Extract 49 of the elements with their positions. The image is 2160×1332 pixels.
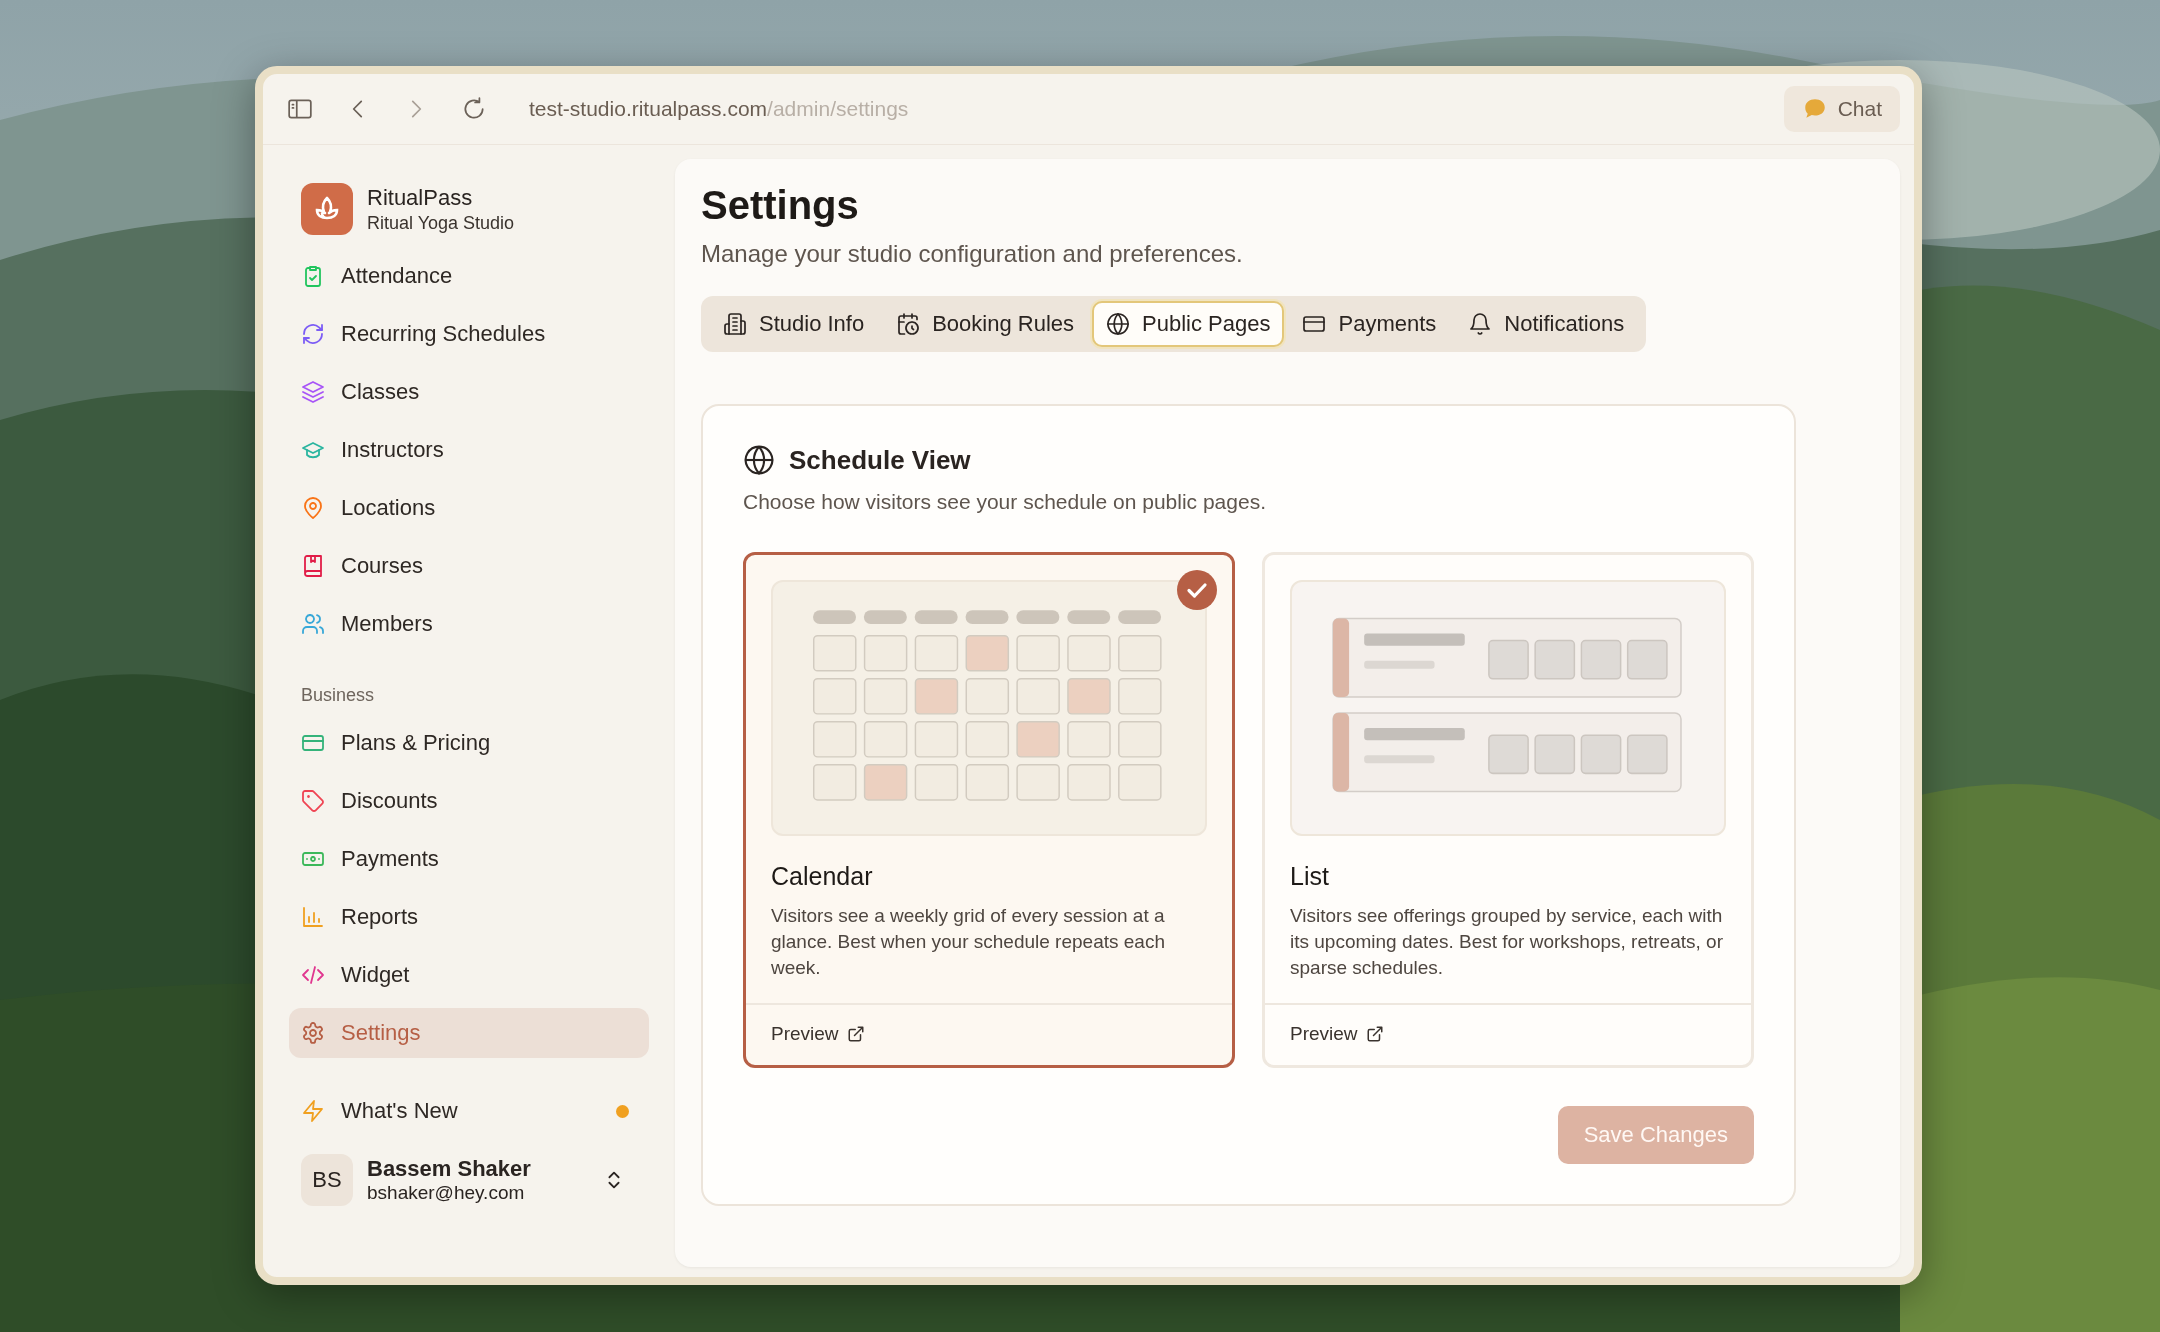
external-link-icon	[1365, 1025, 1384, 1043]
option-title: List	[1290, 862, 1330, 891]
building-icon	[723, 312, 747, 336]
whats-new-link[interactable]: What's New	[289, 1086, 649, 1136]
section-label: Business	[300, 685, 376, 706]
nav-item[interactable]: Recurring Schedules	[289, 309, 649, 359]
section-description: Choose how visitors see your schedule on public pages.	[743, 490, 1267, 514]
tab[interactable]: Booking Rules	[882, 301, 1089, 347]
bell-icon	[1468, 312, 1493, 336]
option-description: Visitors see a weekly grid of every session at a glance. Best when your schedule repeats each week.	[771, 904, 1166, 980]
view-option-card[interactable]: List Visitors see offerings grouped by service, each with its upcoming dates. Best for workshops, retreats, or sparse schedules. Preview	[1262, 552, 1754, 1068]
calendar-clock-icon	[896, 312, 921, 336]
nav-item[interactable]: Instructors	[289, 425, 649, 475]
preview-link[interactable]: Preview	[1290, 1023, 1384, 1045]
nav-item[interactable]: Discounts	[289, 776, 649, 826]
tab[interactable]: Notifications	[1454, 301, 1639, 347]
chat-button[interactable]: Chat	[1783, 86, 1900, 132]
user-email: bshaker@hey.com	[367, 1182, 526, 1204]
view-option-card[interactable]: Calendar Visitors see a weekly grid of every session at a glance. Best when your schedule repeats each week. Preview	[743, 552, 1235, 1068]
nav-item[interactable]: Courses	[289, 541, 649, 591]
user-name: Bassem Shaker	[367, 1156, 531, 1182]
check-badge-icon	[1177, 570, 1217, 610]
nav-item[interactable]: Attendance	[289, 251, 649, 301]
tab[interactable]: Public Pages	[1092, 301, 1285, 347]
address-bar[interactable]: test-studio.ritualpass.com/admin/settings	[529, 97, 909, 121]
nav-item[interactable]: Payments	[289, 834, 649, 884]
external-link-icon	[846, 1025, 865, 1043]
user-avatar: BS	[301, 1154, 353, 1206]
preview-link[interactable]: Preview	[771, 1023, 865, 1045]
option-description: Visitors see offerings grouped by service, each with its upcoming dates. Best for workshops, retreats, or sparse schedules.	[1290, 904, 1724, 980]
nav-item[interactable]: Plans & Pricing	[289, 718, 649, 768]
page-subtitle: Manage your studio configuration and preferences.	[701, 240, 1244, 268]
nav-item[interactable]: Members	[289, 599, 649, 649]
globe-icon	[743, 444, 775, 476]
nav-item[interactable]: Locations	[289, 483, 649, 533]
lightning-icon	[301, 1099, 325, 1123]
sidebar-toggle-icon[interactable]	[287, 96, 313, 122]
tab[interactable]: Payments	[1288, 301, 1451, 347]
brand-name: RitualPass	[367, 184, 474, 211]
lotus-logo-icon	[301, 183, 353, 235]
tab[interactable]: Studio Info	[709, 301, 879, 347]
option-title: Calendar	[771, 862, 874, 891]
nav-item[interactable]: Reports	[289, 892, 649, 942]
nav-item[interactable]: Classes	[289, 367, 649, 417]
studio-name: Ritual Yoga Studio	[367, 212, 515, 234]
globe-icon	[1106, 312, 1131, 336]
nav-item[interactable]: Widget	[289, 950, 649, 1000]
page-title: Settings	[701, 183, 860, 228]
section-title: Schedule View	[789, 444, 971, 476]
